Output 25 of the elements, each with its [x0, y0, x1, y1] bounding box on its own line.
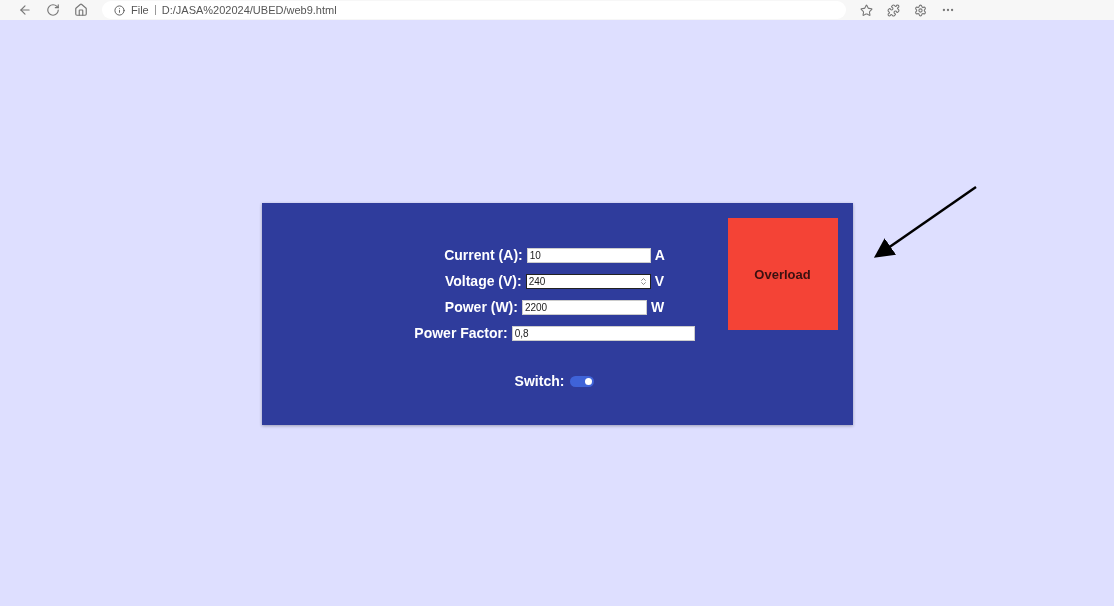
toggle-switch[interactable]	[570, 375, 595, 387]
site-label: File	[131, 4, 149, 16]
field-label: Power Factor:	[414, 325, 508, 341]
input-field[interactable]: 240	[525, 273, 651, 289]
status-box: Overload	[727, 218, 838, 330]
field-label: Power (W):	[444, 299, 518, 315]
refresh-icon[interactable]	[46, 3, 60, 17]
unit-label: A	[654, 247, 665, 263]
settings-icon[interactable]	[914, 3, 927, 17]
field-label: Voltage (V):	[444, 273, 522, 289]
spinner-icon[interactable]	[638, 276, 648, 286]
star-icon[interactable]	[860, 3, 873, 17]
switch-label: Switch:	[514, 373, 565, 389]
back-icon[interactable]	[18, 3, 32, 17]
info-icon	[114, 4, 125, 16]
input-field[interactable]: 0,8	[511, 325, 695, 341]
unit-label: W	[650, 299, 665, 315]
unit-label: V	[654, 273, 665, 289]
address-text: D:/JASA%202024/UBED/web9.html	[161, 4, 337, 16]
input-field[interactable]: 10	[526, 247, 651, 263]
field-label: Current (A):	[444, 247, 523, 263]
home-icon[interactable]	[74, 3, 88, 17]
puzzle-icon[interactable]	[887, 3, 900, 17]
input-field[interactable]: 2200	[521, 299, 647, 315]
address-bar[interactable]: File D:/JASA%202024/UBED/web9.html	[102, 1, 846, 19]
